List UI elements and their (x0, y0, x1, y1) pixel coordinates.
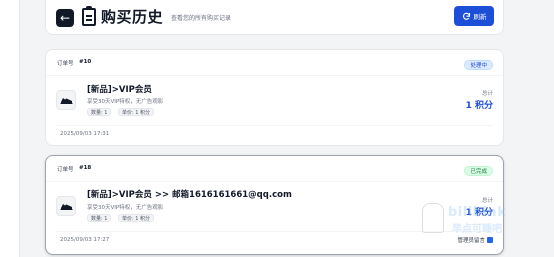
admin-message-label: 管理员留言 (457, 238, 485, 244)
order-number: #18 (79, 165, 92, 171)
total-label: 总计 (481, 91, 493, 97)
unit-price-chip: 单价: 1 积分 (118, 108, 155, 116)
order-time: 2025/09/03 17:27 (60, 237, 110, 243)
total-value: 1 积分 (465, 208, 493, 218)
refresh-button[interactable]: 刷新 (454, 6, 494, 26)
shoe-icon (60, 98, 72, 104)
total-label: 总计 (481, 198, 493, 204)
product-description: 享受30天VIP特权，无广告观影 (87, 99, 164, 105)
page-title: 购买历史 (101, 8, 164, 26)
product-description: 享受30天VIP特权，无广告观影 (87, 205, 164, 211)
page-header: ← 购买历史 查看您的所有购买记录 刷新 (45, 0, 504, 35)
quantity-chip: 数量: 1 (87, 214, 112, 222)
product-thumbnail (56, 196, 76, 216)
admin-message-link[interactable]: 管理员留言 (457, 236, 493, 244)
back-button[interactable]: ← (56, 9, 74, 27)
total-value: 1 积分 (465, 101, 493, 111)
product-name: [新品]>VIP会员 >> 邮箱1616161661@qq.com (87, 190, 292, 200)
status-badge: 已完成 (464, 166, 493, 176)
order-number-label: 订单号 (57, 61, 74, 67)
arrow-left-icon: ← (59, 11, 71, 25)
refresh-label: 刷新 (473, 13, 487, 21)
card-divider (56, 231, 493, 232)
order-time: 2025/09/03 17:31 (60, 131, 110, 137)
card-divider (56, 125, 493, 126)
shoe-icon (60, 204, 72, 210)
product-name: [新品]>VIP会员 (87, 85, 152, 95)
clipboard-icon (82, 6, 96, 26)
order-card-header: 订单号 #10 处理中 (46, 50, 503, 76)
order-number: #10 (79, 59, 92, 65)
unit-price-chip: 单价: 1 积分 (118, 214, 155, 222)
order-card-header: 订单号 #18 已完成 (46, 156, 503, 182)
left-sidebar-rail (0, 0, 20, 257)
page-subtitle: 查看您的所有购买记录 (171, 15, 232, 22)
quantity-chip: 数量: 1 (87, 108, 112, 116)
refresh-icon (462, 12, 470, 20)
order-number-label: 订单号 (57, 167, 74, 173)
status-badge: 处理中 (464, 60, 493, 70)
order-card[interactable]: 订单号 #18 已完成 [新品]>VIP会员 >> 邮箱1616161661@q… (45, 155, 504, 255)
product-thumbnail (56, 90, 76, 110)
order-card[interactable]: 订单号 #10 处理中 [新品]>VIP会员 享受30天VIP特权，无广告观影 … (45, 49, 504, 146)
message-icon (487, 237, 493, 243)
